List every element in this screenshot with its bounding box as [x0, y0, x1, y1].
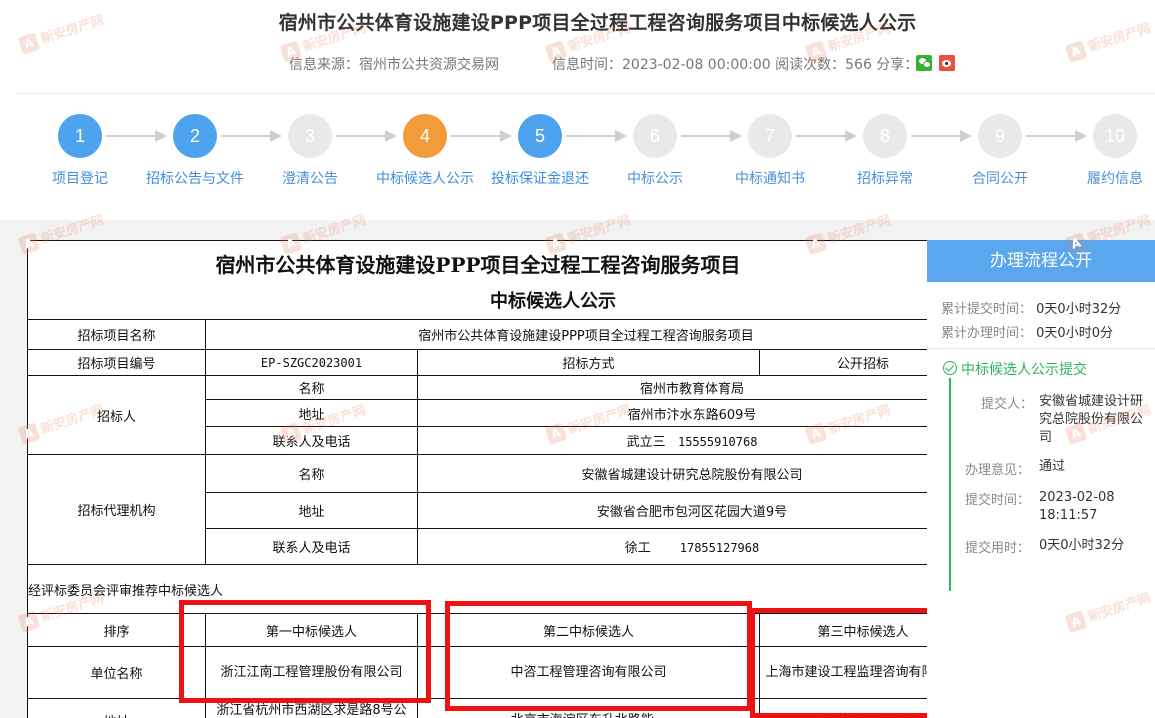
step-arrow	[1026, 130, 1087, 142]
total-handle-value: 0天0小时0分	[1036, 326, 1113, 341]
duration-label: 提交用时：	[965, 541, 1031, 556]
step-9-label[interactable]: 合同公开	[940, 168, 1060, 188]
recommend-text: 经评标委员会评审推荐中标候选人	[28, 584, 224, 599]
process-panel: 办理流程公开 累计提交时间： 0天0小时32分 累计办理时间： 0天0小时0分 …	[927, 240, 1155, 718]
step-arrow	[106, 130, 167, 142]
doc-title-line2: 中标候选人公示	[490, 291, 616, 312]
step-3-label[interactable]: 澄清公告	[250, 168, 370, 188]
step-6-label[interactable]: 中标公示	[595, 168, 715, 188]
step-2-label[interactable]: 招标公告与文件	[135, 168, 255, 188]
cell-label: 联系人及电话	[205, 426, 418, 455]
cell-label: 地址	[205, 492, 418, 529]
cell-tenderer-address: 宿州市汴水东路609号	[416, 399, 968, 427]
total-submit-value: 0天0小时32分	[1036, 302, 1122, 317]
stage-title: 中标候选人公示提交	[961, 362, 1087, 378]
step-arrow	[796, 130, 857, 142]
step-2-circle[interactable]: 2	[173, 114, 217, 158]
gray-band	[0, 220, 1155, 242]
step-arrow	[221, 130, 282, 142]
total-submit-time: 累计提交时间： 0天0小时32分	[941, 298, 1121, 317]
step-8-label[interactable]: 招标异常	[825, 168, 945, 188]
step-1-label[interactable]: 项目登记	[20, 168, 140, 188]
cell-label: 招标方式	[417, 349, 760, 376]
step-10-circle[interactable]: 10	[1093, 114, 1137, 158]
submit-time-label: 提交时间：	[965, 493, 1031, 508]
watermark-logo-icon: A	[17, 32, 41, 55]
cell-project-name: 宿州市公共体育设施建设PPP项目全过程工程咨询服务项目	[204, 319, 968, 350]
cell-agency-label: 招标代理机构	[27, 454, 206, 565]
highlight-box-candidate-1	[179, 600, 431, 703]
check-circle-icon	[943, 361, 957, 375]
cell-tenderer-label: 招标人	[27, 375, 206, 455]
watermark-logo-icon: A	[1064, 40, 1088, 63]
step-7-label[interactable]: 中标通知书	[710, 168, 830, 188]
highlight-box-candidate-2	[445, 601, 752, 711]
step-arrow	[911, 130, 972, 142]
step-4-circle[interactable]: 4	[403, 114, 447, 158]
cell-label: 地址	[205, 399, 418, 427]
table-row: 招标项目名称 宿州市公共体育设施建设PPP项目全过程工程咨询服务项目	[27, 319, 968, 350]
submitter-label: 提交人：	[981, 397, 1034, 412]
step-10-label[interactable]: 履约信息	[1055, 168, 1155, 188]
weibo-share-icon[interactable]	[939, 55, 955, 71]
table-row: 招标人 名称 宿州市教育体育局	[27, 375, 968, 455]
agency-contact-name: 徐工	[624, 541, 651, 556]
cell-agency-contact: 徐工 17855127968	[416, 528, 968, 565]
step-1-circle[interactable]: 1	[58, 114, 102, 158]
cell-label: 名称	[205, 375, 418, 400]
cell-label: 招标项目编号	[27, 349, 206, 376]
step-6-circle[interactable]: 6	[633, 114, 677, 158]
opinion-label: 办理意见：	[965, 463, 1031, 478]
step-3-circle[interactable]: 3	[288, 114, 332, 158]
total-submit-label: 累计提交时间：	[941, 302, 1033, 317]
table-row: 招标项目编号 EP-SZGC2023001 招标方式 公开招标	[27, 349, 968, 376]
cell-label: 名称	[205, 454, 418, 493]
cell-tenderer-contact: 武立三 15555910768	[416, 426, 968, 455]
submitter-value: 安徽省城建设计研究总院股份有限公司	[1039, 394, 1144, 445]
wechat-share-icon[interactable]	[916, 55, 932, 71]
total-handle-time: 累计办理时间： 0天0小时0分	[941, 322, 1113, 341]
submit-time-value: 2023-02-08 18:11:57	[1039, 490, 1115, 523]
info-meta: 信息时间：2023-02-08 00:00:00 阅读次数：566 分享：	[552, 57, 919, 73]
timeline-line	[949, 378, 951, 591]
cell-agency-address: 安徽省合肥市包河区花园大道9号	[416, 492, 968, 529]
cell-project-no: EP-SZGC2023001	[205, 349, 418, 376]
cell-agency-name: 安徽省城建设计研究总院股份有限公司	[416, 454, 968, 493]
total-handle-label: 累计办理时间：	[941, 326, 1033, 341]
step-arrow	[681, 130, 742, 142]
opinion-value: 通过	[1039, 459, 1066, 474]
step-arrow	[336, 130, 397, 142]
step-9-circle[interactable]: 9	[978, 114, 1022, 158]
duration-value: 0天0小时32分	[1039, 538, 1125, 553]
step-8-circle[interactable]: 8	[863, 114, 907, 158]
doc-title-line1: 宿州市公共体育设施建设PPP项目全过程工程咨询服务项目	[215, 253, 741, 277]
panel-title: 办理流程公开	[927, 240, 1155, 282]
panel-divider	[927, 348, 1155, 349]
left-margin	[0, 242, 27, 718]
cell-tenderer-name: 宿州市教育体育局	[416, 375, 968, 400]
step-5-circle[interactable]: 5	[518, 114, 562, 158]
cell-label: 招标项目名称	[27, 319, 206, 350]
step-7-circle[interactable]: 7	[748, 114, 792, 158]
page-title: 宿州市公共体育设施建设PPP项目全过程工程咨询服务项目中标候选人公示	[278, 12, 917, 34]
info-source: 信息来源：宿州市公共资源交易网	[289, 57, 499, 73]
project-info-table: 招标项目名称 宿州市公共体育设施建设PPP项目全过程工程咨询服务项目 招标项目编…	[27, 319, 968, 565]
tenderer-contact-name: 武立三	[626, 435, 666, 450]
step-arrow	[566, 130, 627, 142]
table-row: 招标代理机构 名称 安徽省城建设计研究总院股份有限公司	[27, 454, 968, 565]
step-4-label[interactable]: 中标候选人公示	[365, 168, 485, 188]
agency-contact-phone: 17855127968	[679, 541, 760, 555]
tenderer-contact-phone: 15555910768	[677, 435, 758, 449]
step-5-label[interactable]: 投标保证金退还	[480, 168, 600, 188]
step-arrow	[451, 130, 512, 142]
process-steps	[0, 94, 1155, 220]
cell-label: 联系人及电话	[205, 528, 418, 565]
